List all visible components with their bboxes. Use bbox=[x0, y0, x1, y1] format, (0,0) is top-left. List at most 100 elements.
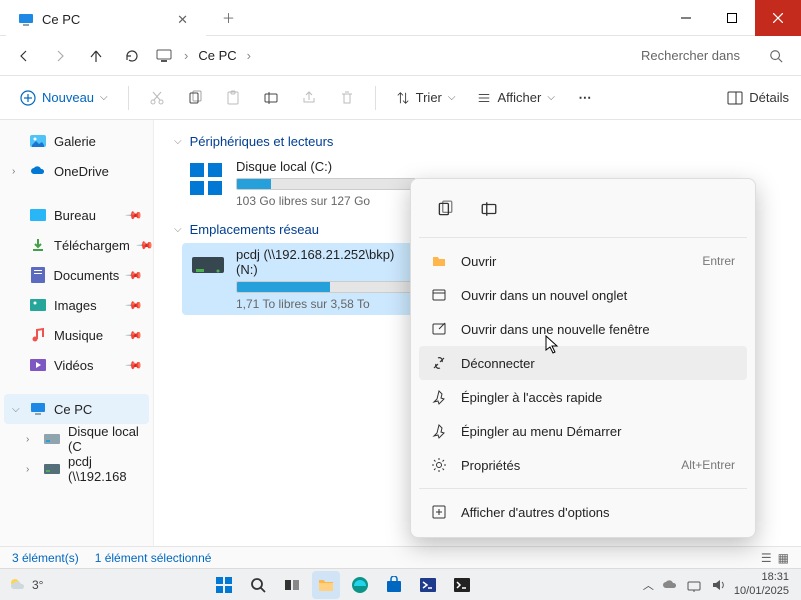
up-button[interactable] bbox=[80, 40, 112, 72]
drive-info: Disque local (C:) 103 Go libres sur 127 … bbox=[236, 159, 416, 208]
chevron-right-icon: › bbox=[243, 48, 255, 63]
sidebar-item-gallery[interactable]: Galerie bbox=[0, 126, 153, 156]
context-rename-button[interactable] bbox=[471, 191, 507, 227]
taskbar: 3° ︿ 18:31 10/01/2025 bbox=[0, 568, 801, 600]
cut-button[interactable] bbox=[141, 82, 173, 114]
sidebar-item-network-drive[interactable]: › pcdj (\\192.168 bbox=[0, 454, 153, 484]
pin-icon: 📌 bbox=[125, 296, 144, 315]
context-open-tab[interactable]: Ouvrir dans un nouvel onglet bbox=[419, 278, 747, 312]
paste-button[interactable] bbox=[217, 82, 249, 114]
share-button[interactable] bbox=[293, 82, 325, 114]
window-icon bbox=[431, 321, 447, 337]
new-button[interactable]: Nouveau ⌵ bbox=[12, 86, 116, 110]
sidebar-item-documents[interactable]: Documents 📌 bbox=[0, 260, 153, 290]
more-button[interactable]: ⋯ bbox=[569, 82, 601, 114]
window-tab[interactable]: Ce PC ✕ bbox=[6, 4, 206, 36]
context-pin-start[interactable]: Épingler au menu Démarrer bbox=[419, 414, 747, 448]
maximize-button[interactable] bbox=[709, 0, 755, 36]
start-button[interactable] bbox=[210, 571, 238, 599]
sidebar-item-music[interactable]: Musique 📌 bbox=[0, 320, 153, 350]
pin-icon: 📌 bbox=[125, 266, 144, 285]
onedrive-icon bbox=[30, 163, 46, 179]
context-properties[interactable]: Propriétés Alt+Entrer bbox=[419, 448, 747, 482]
images-icon bbox=[30, 297, 46, 313]
view-button[interactable]: Afficher ⌵ bbox=[469, 86, 562, 109]
drive-usage-bar bbox=[236, 178, 416, 190]
tray-chevron-button[interactable]: ︿ bbox=[643, 577, 654, 593]
pin-icon: 📌 bbox=[125, 326, 144, 345]
copy-button[interactable] bbox=[179, 82, 211, 114]
weather-widget[interactable]: 3° bbox=[8, 575, 43, 595]
taskview-button[interactable] bbox=[278, 571, 306, 599]
sort-button[interactable]: Trier ⌵ bbox=[388, 86, 464, 109]
separator bbox=[375, 86, 376, 110]
sidebar-label: Vidéos bbox=[54, 358, 94, 373]
search-button[interactable] bbox=[244, 571, 272, 599]
disconnect-icon bbox=[431, 355, 447, 371]
list-view-button[interactable]: ☰ bbox=[761, 551, 772, 565]
context-pin-quick[interactable]: Épingler à l'accès rapide bbox=[419, 380, 747, 414]
powershell-button[interactable] bbox=[414, 571, 442, 599]
close-button[interactable] bbox=[755, 0, 801, 36]
view-label: Afficher bbox=[497, 90, 541, 105]
context-more-options[interactable]: Afficher d'autres d'options bbox=[419, 495, 747, 529]
separator bbox=[128, 86, 129, 110]
context-open[interactable]: Ouvrir Entrer bbox=[419, 244, 747, 278]
weather-icon bbox=[8, 575, 28, 595]
edge-button[interactable] bbox=[346, 571, 374, 599]
clock[interactable]: 18:31 10/01/2025 bbox=[734, 571, 793, 597]
context-label: Épingler au menu Démarrer bbox=[461, 424, 621, 439]
navbar: › Ce PC › Rechercher dans bbox=[0, 36, 801, 76]
pin-icon bbox=[431, 423, 447, 439]
forward-button[interactable] bbox=[44, 40, 76, 72]
group-label: Emplacements réseau bbox=[190, 222, 319, 237]
breadcrumb[interactable]: › Ce PC › bbox=[152, 48, 629, 64]
sidebar-label: Images bbox=[54, 298, 97, 313]
details-pane-icon bbox=[727, 90, 743, 106]
terminal-button[interactable] bbox=[448, 571, 476, 599]
back-button[interactable] bbox=[8, 40, 40, 72]
breadcrumb-item[interactable]: Ce PC bbox=[192, 48, 242, 63]
refresh-button[interactable] bbox=[116, 40, 148, 72]
sidebar-item-videos[interactable]: Vidéos 📌 bbox=[0, 350, 153, 380]
context-copy-button[interactable] bbox=[427, 191, 463, 227]
chevron-down-icon: ⌵ bbox=[547, 92, 555, 103]
sidebar-label: Téléchargem bbox=[54, 238, 130, 253]
new-tab-button[interactable]: ＋ bbox=[214, 4, 243, 31]
context-open-window[interactable]: Ouvrir dans une nouvelle fenêtre bbox=[419, 312, 747, 346]
group-devices-header[interactable]: ⌵ Périphériques et lecteurs bbox=[174, 134, 781, 149]
context-disconnect[interactable]: Déconnecter bbox=[419, 346, 747, 380]
minimize-button[interactable] bbox=[663, 0, 709, 36]
store-button[interactable] bbox=[380, 571, 408, 599]
search-input[interactable]: Rechercher dans bbox=[633, 41, 793, 71]
more-icon bbox=[431, 504, 447, 520]
drive-name: pcdj (\\192.168.21.252\bkp) (N:) bbox=[236, 247, 416, 277]
drive-info: pcdj (\\192.168.21.252\bkp) (N:) 1,71 To… bbox=[236, 247, 416, 311]
delete-button[interactable] bbox=[331, 82, 363, 114]
sidebar-label: Bureau bbox=[54, 208, 96, 223]
toolbar: Nouveau ⌵ Trier ⌵ Afficher ⌵ ⋯ Détails bbox=[0, 76, 801, 120]
sidebar-item-local-disk[interactable]: › Disque local (C bbox=[0, 424, 153, 454]
search-icon bbox=[249, 576, 267, 594]
tab-close-button[interactable]: ✕ bbox=[171, 10, 194, 30]
pc-icon bbox=[18, 12, 34, 28]
documents-icon bbox=[30, 267, 46, 283]
onedrive-tray-icon[interactable] bbox=[662, 577, 678, 593]
network-tray-icon[interactable] bbox=[686, 577, 702, 593]
grid-view-button[interactable]: ▦ bbox=[778, 551, 789, 565]
sidebar-item-onedrive[interactable]: › OneDrive bbox=[0, 156, 153, 186]
sidebar-item-desktop[interactable]: Bureau 📌 bbox=[0, 200, 153, 230]
sidebar-item-downloads[interactable]: Téléchargem 📌 bbox=[0, 230, 153, 260]
sidebar-item-images[interactable]: Images 📌 bbox=[0, 290, 153, 320]
volume-tray-icon[interactable] bbox=[710, 577, 726, 593]
drive-item-c[interactable]: Disque local (C:) 103 Go libres sur 127 … bbox=[182, 155, 422, 212]
drive-item-n[interactable]: pcdj (\\192.168.21.252\bkp) (N:) 1,71 To… bbox=[182, 243, 422, 315]
desktop-icon bbox=[30, 207, 46, 223]
rename-button[interactable] bbox=[255, 82, 287, 114]
network-drive-icon bbox=[44, 461, 60, 477]
explorer-button[interactable] bbox=[312, 571, 340, 599]
details-button[interactable]: Détails bbox=[727, 90, 789, 106]
gallery-icon bbox=[30, 133, 46, 149]
sidebar-item-this-pc[interactable]: ⌵ Ce PC bbox=[4, 394, 149, 424]
sidebar-label: Disque local (C bbox=[68, 424, 141, 454]
